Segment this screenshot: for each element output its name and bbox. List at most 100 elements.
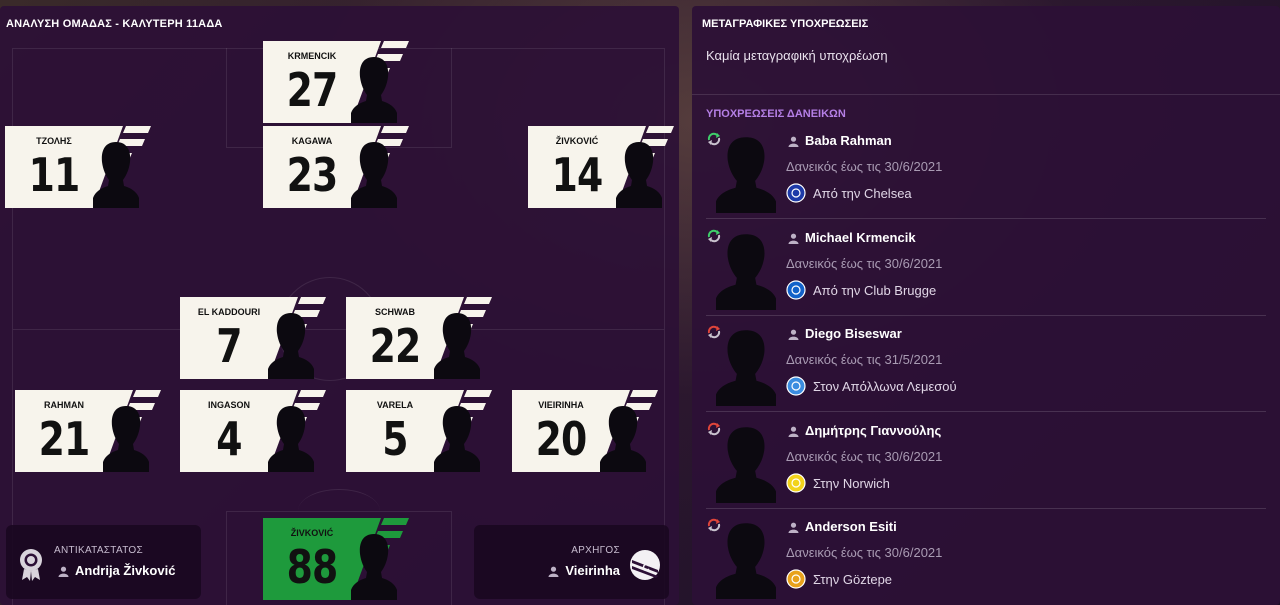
- captain-value: Vieirinha: [548, 563, 620, 578]
- loan-club[interactable]: Από την Club Brugge: [786, 280, 936, 300]
- player-silhouette-icon: [616, 140, 662, 208]
- player-name: RAHMAN: [44, 400, 84, 410]
- player-card[interactable]: VIEIRINHA 20: [512, 390, 658, 472]
- player-card[interactable]: SCHWAB 22: [346, 297, 492, 379]
- vice-captain-value: Andrija Živković: [58, 563, 175, 578]
- player-silhouette-icon: [434, 404, 480, 472]
- loan-row[interactable]: Michael Krmencik Δανεικός έως τις 30/6/2…: [706, 220, 1280, 316]
- loan-player-name[interactable]: Michael Krmencik: [788, 230, 916, 245]
- loan-player-name-text[interactable]: Δημήτρης Γιαννούλης: [805, 423, 941, 438]
- person-icon: [788, 233, 799, 245]
- loan-club-text[interactable]: Από την Club Brugge: [813, 283, 936, 298]
- loan-player-name[interactable]: Δημήτρης Γιαννούλης: [788, 423, 941, 438]
- loan-player-name[interactable]: Anderson Esiti: [788, 519, 897, 534]
- player-number: 22: [369, 319, 422, 373]
- loan-club[interactable]: Από την Chelsea: [786, 183, 912, 203]
- captain-box[interactable]: ΑΡΧΗΓΟΣ Vieirinha C: [474, 525, 669, 599]
- club-crest-icon: [786, 183, 806, 203]
- loan-club[interactable]: Στην Göztepe: [786, 569, 892, 589]
- loan-player-name-text[interactable]: Anderson Esiti: [805, 519, 897, 534]
- player-silhouette-icon: [716, 328, 776, 406]
- player-name: ΤΖΟΛΗΣ: [36, 136, 72, 146]
- player-card[interactable]: KRMENCIK 27: [263, 41, 409, 123]
- player-number: 7: [216, 319, 242, 373]
- player-name: INGASON: [207, 400, 250, 410]
- player-card[interactable]: KAGAWA 23: [263, 126, 409, 208]
- player-number: 11: [28, 148, 81, 202]
- loan-row[interactable]: Δημήτρης Γιαννούλης Δανεικός έως τις 30/…: [706, 413, 1280, 509]
- player-card[interactable]: ΤΖΟΛΗΣ 11: [5, 126, 151, 208]
- loan-player-name-text[interactable]: Baba Rahman: [805, 133, 892, 148]
- loan-row[interactable]: Diego Biseswar Δανεικός έως τις 31/5/202…: [706, 316, 1280, 412]
- player-card-goalkeeper[interactable]: ŽIVKOVIĆ 88: [263, 518, 409, 600]
- person-icon: [548, 566, 559, 578]
- player-name: SCHWAB: [375, 307, 415, 317]
- loan-until: Δανεικός έως τις 30/6/2021: [786, 449, 943, 464]
- person-icon: [788, 136, 799, 148]
- player-silhouette-icon: [268, 404, 314, 472]
- player-name: ŽIVKOVIĆ: [555, 136, 599, 146]
- captain-armband-icon: C: [630, 550, 660, 580]
- person-icon: [788, 329, 799, 341]
- loan-club-text[interactable]: Στην Norwich: [813, 476, 890, 491]
- loan-row[interactable]: Baba Rahman Δανεικός έως τις 30/6/2021 Α…: [706, 123, 1280, 219]
- player-number: 4: [216, 412, 242, 466]
- vice-captain-label: ΑΝΤΙΚΑΤΑΣΤΑΤΟΣ: [54, 545, 143, 556]
- loan-player-name-text[interactable]: Diego Biseswar: [805, 326, 902, 341]
- loan-player-name-text[interactable]: Michael Krmencik: [805, 230, 916, 245]
- loan-club[interactable]: Στην Norwich: [786, 473, 890, 493]
- player-card[interactable]: INGASON 4: [180, 390, 326, 472]
- player-silhouette-icon: [268, 311, 314, 379]
- player-name: KRMENCIK: [287, 51, 337, 61]
- loan-until: Δανεικός έως τις 30/6/2021: [786, 159, 943, 174]
- player-card[interactable]: VARELA 5: [346, 390, 492, 472]
- player-silhouette-icon: [600, 404, 646, 472]
- club-crest-icon: [786, 569, 806, 589]
- person-icon: [788, 522, 799, 534]
- player-silhouette-icon: [93, 140, 139, 208]
- player-silhouette-icon: [351, 532, 397, 600]
- captain-label: ΑΡΧΗΓΟΣ: [571, 545, 620, 556]
- loan-club-text[interactable]: Από την Chelsea: [813, 186, 912, 201]
- club-crest-icon: [786, 376, 806, 396]
- player-silhouette-icon: [716, 232, 776, 310]
- loan-club-text[interactable]: Στην Göztepe: [813, 572, 892, 587]
- player-name: VIEIRINHA: [538, 400, 584, 410]
- player-silhouette-icon: [716, 521, 776, 599]
- player-number: 21: [38, 412, 91, 466]
- player-name: ŽIVKOVIĆ: [290, 528, 334, 538]
- vice-captain-name[interactable]: Andrija Živković: [75, 563, 175, 578]
- player-card[interactable]: RAHMAN 21: [15, 390, 161, 472]
- player-silhouette-icon: [351, 55, 397, 123]
- transfer-obligations-panel: ΜΕΤΑΓΡΑΦΙΚΕΣ ΥΠΟΧΡΕΩΣΕΙΣ Καμία μεταγραφι…: [692, 6, 1280, 605]
- player-name: KAGAWA: [291, 136, 333, 146]
- club-crest-icon: [786, 473, 806, 493]
- player-number: 14: [551, 148, 604, 202]
- row-divider: [706, 218, 1266, 219]
- loan-until: Δανεικός έως τις 30/6/2021: [786, 256, 943, 271]
- player-card[interactable]: ŽIVKOVIĆ 14: [528, 126, 674, 208]
- loans-section-title: ΥΠΟΧΡΕΩΣΕΙΣ ΔΑΝΕΙΚΩΝ: [706, 108, 846, 120]
- player-silhouette-icon: [716, 135, 776, 213]
- player-silhouette-icon: [351, 140, 397, 208]
- person-icon: [58, 566, 69, 578]
- row-divider: [706, 411, 1266, 412]
- club-crest-icon: [786, 280, 806, 300]
- vice-captain-box[interactable]: ΑΝΤΙΚΑΤΑΣΤΑΤΟΣ Andrija Živković: [6, 525, 201, 599]
- loan-club-text[interactable]: Στον Απόλλωνα Λεμεσού: [813, 379, 957, 394]
- player-number: 5: [382, 412, 408, 466]
- loan-until: Δανεικός έως τις 30/6/2021: [786, 545, 943, 560]
- player-number: 88: [286, 540, 339, 594]
- loan-club[interactable]: Στον Απόλλωνα Λεμεσού: [786, 376, 957, 396]
- svg-text:C: C: [642, 563, 649, 574]
- panel-title: ΜΕΤΑΓΡΑΦΙΚΕΣ ΥΠΟΧΡΕΩΣΕΙΣ: [702, 18, 869, 30]
- loan-row[interactable]: Anderson Esiti Δανεικός έως τις 30/6/202…: [706, 509, 1280, 605]
- player-silhouette-icon: [716, 425, 776, 503]
- award-badge-icon: [20, 549, 42, 581]
- captain-name[interactable]: Vieirinha: [565, 563, 620, 578]
- loan-player-name[interactable]: Baba Rahman: [788, 133, 892, 148]
- player-card[interactable]: EL KADDOURI 7: [180, 297, 326, 379]
- no-transfer-obligations-text: Καμία μεταγραφική υποχρέωση: [706, 48, 888, 63]
- loan-player-name[interactable]: Diego Biseswar: [788, 326, 902, 341]
- player-silhouette-icon: [103, 404, 149, 472]
